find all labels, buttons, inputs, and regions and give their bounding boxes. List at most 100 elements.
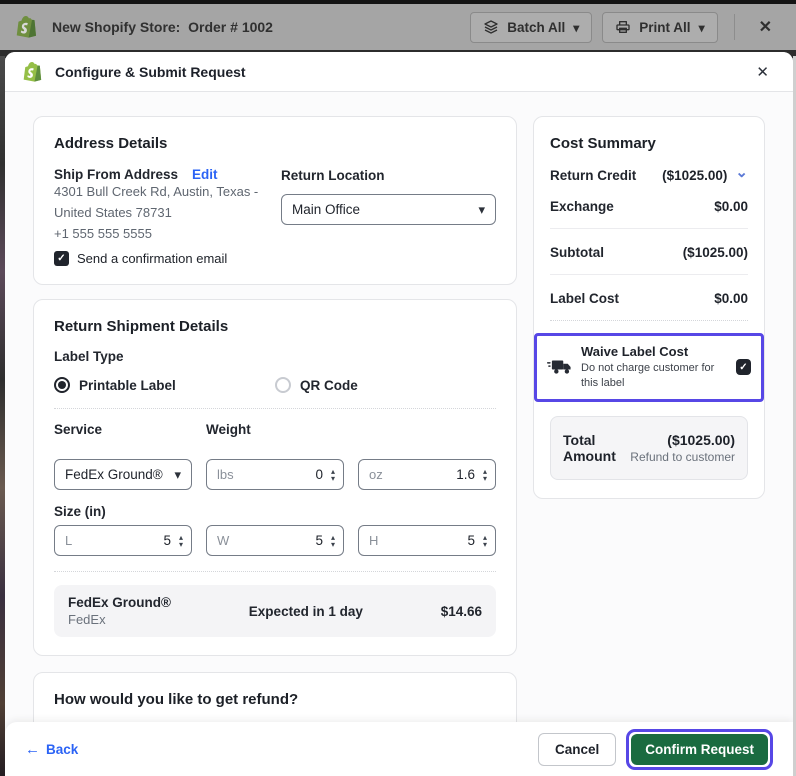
window-close-icon[interactable] — [751, 13, 780, 41]
confirmation-email-checkbox[interactable] — [54, 251, 69, 267]
modal-title: Configure & Submit Request — [55, 63, 246, 80]
address-details-title: Address Details — [54, 135, 168, 152]
chevron-down-icon — [573, 20, 579, 35]
size-w-input[interactable]: W 5 — [206, 525, 344, 557]
printable-label-radio[interactable] — [54, 377, 70, 394]
return-shipment-card: Return Shipment Details Label Type Print… — [33, 299, 517, 657]
layers-icon — [483, 19, 499, 35]
lbs-prefix: lbs — [217, 467, 234, 483]
service-value: FedEx Ground® — [65, 467, 163, 483]
return-location-select[interactable]: Main Office — [281, 194, 496, 225]
l-value: 5 — [163, 533, 171, 549]
return-location-value: Main Office — [292, 202, 361, 217]
return-location-block: Return Location Main Office — [281, 167, 496, 266]
stepper-icon[interactable] — [331, 534, 335, 548]
total-amount-note: Refund to customer — [630, 449, 735, 464]
stepper-icon[interactable] — [483, 468, 487, 482]
printer-icon — [615, 19, 631, 35]
size-l-input[interactable]: L 5 — [54, 525, 192, 557]
subtotal-row: Subtotal ($1025.00) — [550, 245, 748, 260]
l-prefix: L — [65, 533, 73, 549]
divider — [733, 14, 735, 40]
rate-eta: Expected in 1 day — [248, 603, 363, 619]
batch-all-label: Batch All — [507, 19, 566, 35]
size-label: Size (in) — [54, 504, 106, 520]
modal-body: Address Details Ship From Address Edit 4… — [5, 92, 793, 776]
label-cost-row: Label Cost $0.00 — [550, 291, 748, 306]
return-credit-value: ($1025.00) — [662, 168, 728, 183]
address-line-2: United States 78731 — [54, 204, 172, 220]
waive-label-cost-box: Waive Label Cost Do not charge customer … — [534, 333, 764, 402]
weight-oz-input[interactable]: oz 1.6 — [358, 459, 496, 491]
window-title: New Shopify Store: Order # 1002 — [52, 19, 273, 35]
configure-submit-modal: Configure & Submit Request Address Detai… — [5, 52, 793, 776]
rate-price: $14.66 — [440, 603, 482, 619]
return-credit-row: Return Credit ($1025.00) — [550, 168, 748, 183]
weight-label: Weight — [206, 422, 251, 438]
address-phone: +1 555 555 5555 — [54, 225, 152, 241]
size-h-input[interactable]: H 5 — [358, 525, 496, 557]
qr-code-text: QR Code — [300, 377, 358, 393]
stepper-icon[interactable] — [331, 468, 335, 482]
h-prefix: H — [369, 533, 379, 549]
return-credit-label: Return Credit — [550, 168, 637, 183]
right-column: Cost Summary Return Credit ($1025.00) Ex… — [533, 116, 765, 776]
service-select[interactable]: FedEx Ground® — [54, 459, 192, 491]
print-all-button[interactable]: Print All — [602, 11, 718, 43]
refund-title: How would you like to get refund? — [54, 691, 299, 709]
shopify-logo-icon — [16, 15, 38, 39]
waive-label-cost-title: Waive Label Cost — [581, 344, 689, 359]
ship-from-block: Ship From Address Edit 4301 Bull Creek R… — [54, 167, 263, 267]
qr-code-radio[interactable] — [275, 377, 291, 394]
print-all-label: Print All — [639, 19, 691, 35]
printable-label-option[interactable]: Printable Label — [54, 377, 275, 394]
confirm-highlight-box: Confirm Request — [626, 728, 773, 770]
background-window-header: New Shopify Store: Order # 1002 Batch Al… — [0, 4, 796, 50]
total-amount-box: Total Amount ($1025.00) Refund to custom… — [550, 415, 748, 480]
return-location-label: Return Location — [281, 168, 385, 183]
confirm-request-button[interactable]: Confirm Request — [631, 733, 768, 765]
shipping-rate-row[interactable]: FedEx Ground® FedEx Expected in 1 day $1… — [54, 585, 496, 638]
batch-all-button[interactable]: Batch All — [470, 11, 593, 43]
stepper-icon[interactable] — [483, 534, 487, 548]
modal-close-icon[interactable] — [750, 59, 775, 85]
waive-label-cost-description: Do not charge customer for this label — [581, 362, 715, 389]
lbs-value: 0 — [315, 467, 323, 483]
weight-lbs-input[interactable]: lbs 0 — [206, 459, 344, 491]
rate-name: FedEx Ground® — [68, 595, 171, 611]
stepper-icon[interactable] — [179, 534, 183, 548]
exchange-row: Exchange $0.00 — [550, 199, 748, 214]
w-prefix: W — [217, 533, 230, 549]
exchange-value: $0.00 — [714, 199, 748, 214]
back-arrow-icon — [25, 741, 40, 758]
chevron-down-icon — [699, 20, 705, 35]
qr-code-option[interactable]: QR Code — [275, 377, 496, 394]
divider — [54, 408, 496, 410]
printable-label-text: Printable Label — [79, 377, 176, 393]
service-label: Service — [54, 422, 103, 438]
label-type-label: Label Type — [54, 349, 124, 365]
confirmation-email-label: Send a confirmation email — [77, 251, 228, 267]
divider — [550, 274, 748, 275]
modal-header: Configure & Submit Request — [5, 52, 793, 92]
total-amount-label: Total Amount — [563, 431, 616, 464]
address-line-1: 4301 Bull Creek Rd, Austin, Texas - — [54, 184, 259, 199]
waive-label-cost-checkbox[interactable] — [736, 359, 751, 376]
cancel-button[interactable]: Cancel — [537, 732, 617, 766]
h-value: 5 — [467, 533, 475, 549]
w-value: 5 — [315, 533, 323, 549]
back-link[interactable]: Back — [25, 741, 78, 758]
divider — [54, 571, 496, 573]
label-cost-value: $0.00 — [714, 291, 748, 306]
exchange-label: Exchange — [550, 199, 614, 214]
expand-chevron-icon[interactable] — [735, 175, 748, 177]
left-column: Address Details Ship From Address Edit 4… — [33, 116, 517, 776]
oz-value: 1.6 — [456, 467, 475, 483]
divider — [550, 320, 748, 321]
edit-address-link[interactable]: Edit — [192, 167, 218, 182]
label-cost-label: Label Cost — [550, 291, 620, 306]
truck-icon — [547, 358, 573, 376]
total-amount-value: ($1025.00) — [667, 431, 735, 448]
oz-prefix: oz — [369, 467, 383, 483]
cost-summary-title: Cost Summary — [550, 135, 656, 152]
